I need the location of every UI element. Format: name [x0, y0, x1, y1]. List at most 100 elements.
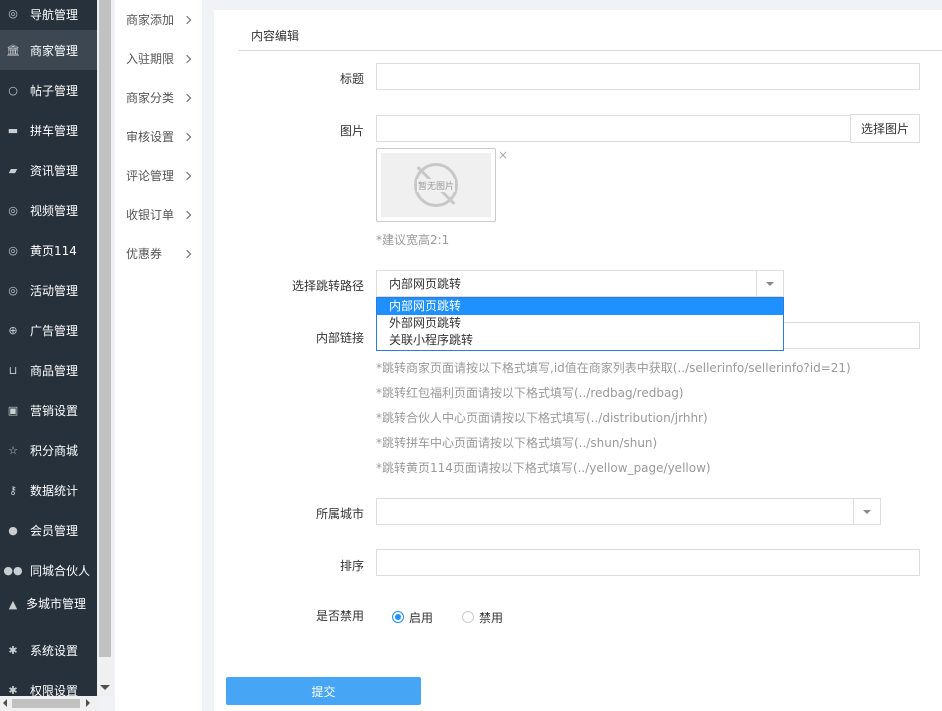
- submit-button[interactable]: 提交: [226, 677, 421, 705]
- dropdown-arrow-icon[interactable]: [853, 499, 880, 524]
- link-hint: *跳转商家页面请按以下格式填写,id值在商家列表中获取(../sellerinf…: [376, 361, 851, 375]
- sidebar-item-system[interactable]: ✱ 系统设置: [0, 630, 97, 670]
- book-icon: ▰: [8, 163, 18, 177]
- status-enable-radio[interactable]: [392, 611, 404, 623]
- users-icon: ●●: [3, 563, 23, 577]
- section-divider: [238, 50, 942, 51]
- sidebar-item-news[interactable]: ▰ 资讯管理: [0, 150, 97, 190]
- sidebar-item-nav[interactable]: ◎ 导航管理: [0, 0, 97, 30]
- sidebar-item-carpool[interactable]: ▬ 拼车管理: [0, 110, 97, 150]
- sidebar-item-statistics[interactable]: ⚷ 数据统计: [0, 470, 97, 510]
- star-icon: ☆: [8, 443, 18, 457]
- scrollbar-thumb[interactable]: [99, 0, 111, 657]
- link-hint: *跳转合伙人中心页面请按以下格式填写(../distribution/jrhhr…: [376, 411, 708, 425]
- scroll-down-arrow-icon[interactable]: [100, 685, 110, 690]
- sort-input[interactable]: [376, 549, 920, 576]
- sidebar-item-label: 同城合伙人: [30, 563, 91, 578]
- sidebar-item-label: 商品管理: [30, 363, 79, 378]
- sidebar-item-label: ▲ 多城市管理: [6, 596, 86, 612]
- city-select[interactable]: [376, 498, 881, 525]
- content-panel: 内容编辑 标题 图片 选择图片 暂无图片 × *建议宽高2:1 选择跳转路径 内…: [214, 10, 942, 711]
- sidebar-item-members[interactable]: ● 会员管理: [0, 510, 97, 550]
- submenu-item-comments[interactable]: 评论管理: [115, 156, 202, 195]
- submenu-item-label: 收银订单: [126, 208, 175, 222]
- link-hint: *跳转红包福利页面请按以下格式填写(../redbag/redbag): [376, 386, 684, 400]
- chevron-right-icon: [182, 249, 192, 258]
- sidebar-item-yellowpage[interactable]: ◎ 黄页114: [0, 230, 97, 270]
- status-enable-label[interactable]: 启用: [409, 609, 433, 626]
- chevron-right-icon: [182, 93, 192, 102]
- submenu-item-add-merchant[interactable]: 商家添加: [115, 0, 202, 39]
- compass-icon: ◎: [8, 6, 18, 20]
- graduation-cap-icon: ▲: [8, 598, 18, 611]
- dropdown-option[interactable]: 内部网页跳转: [377, 298, 783, 315]
- submenu-item-term[interactable]: 入驻期限: [115, 39, 202, 78]
- chevron-right-icon: [182, 15, 192, 24]
- cart-icon: ⊔: [8, 363, 18, 377]
- title-input[interactable]: [376, 63, 920, 90]
- no-image-icon: 暂无图片: [414, 163, 458, 207]
- submenu-item-coupon[interactable]: 优惠券: [115, 234, 202, 273]
- sidebar-item-label: 帖子管理: [30, 83, 79, 98]
- sidebar-item-goods[interactable]: ⊔ 商品管理: [0, 350, 97, 390]
- remove-image-icon[interactable]: ×: [498, 148, 508, 162]
- scroll-right-arrow-icon[interactable]: [86, 699, 90, 707]
- sidebar-item-label: 营销设置: [30, 403, 79, 418]
- status-disable-radio[interactable]: [462, 611, 474, 623]
- compass-icon: ◎: [8, 283, 18, 297]
- jump-path-label: 选择跳转路径: [291, 279, 364, 293]
- submenu-item-review[interactable]: 审核设置: [115, 117, 202, 156]
- submenu-item-cashier[interactable]: 收银订单: [115, 195, 202, 234]
- sidebar-item-label: 权限设置: [30, 683, 79, 697]
- sidebar-vertical-scrollbar[interactable]: [97, 0, 113, 696]
- compass-icon: ◎: [8, 203, 18, 217]
- sidebar-item-label: 广告管理: [30, 323, 79, 338]
- jump-path-selected-value: 内部网页跳转: [389, 277, 462, 291]
- sidebar-item-posts[interactable]: ○ 帖子管理: [0, 70, 97, 110]
- status-disable-label[interactable]: 禁用: [479, 609, 503, 626]
- comment-icon: ○: [8, 83, 18, 97]
- sidebar-item-merchant[interactable]: 🏛 商家管理: [0, 30, 97, 70]
- gear-icon: ✱: [8, 683, 18, 697]
- image-url-input[interactable]: [376, 115, 852, 142]
- chevron-right-icon: [182, 54, 192, 63]
- dropdown-arrow-icon[interactable]: [756, 271, 783, 296]
- sidebar-item-video[interactable]: ◎ 视频管理: [0, 190, 97, 230]
- submenu-item-label: 入驻期限: [126, 52, 175, 66]
- chevron-right-icon: [182, 171, 192, 180]
- sidebar-item-multicity[interactable]: ▲ 多城市管理: [0, 590, 97, 630]
- sidebar-item-label: 数据统计: [30, 483, 79, 498]
- sidebar-item-label: 积分商城: [30, 443, 79, 458]
- title-label: 标题: [339, 72, 364, 86]
- sidebar-item-label-text: 多城市管理: [26, 597, 87, 611]
- sidebar-item-permissions[interactable]: ✱ 权限设置: [0, 670, 97, 697]
- dropdown-option[interactable]: 关联小程序跳转: [377, 332, 783, 349]
- sidebar-item-label: 会员管理: [30, 523, 79, 538]
- gear-icon: ✱: [8, 643, 18, 657]
- jump-path-select[interactable]: 内部网页跳转: [376, 270, 784, 297]
- city-label: 所属城市: [315, 507, 364, 521]
- dropdown-option[interactable]: 外部网页跳转: [377, 315, 783, 332]
- sidebar-item-points-mall[interactable]: ☆ 积分商城: [0, 430, 97, 470]
- secondary-menu: 商家添加 入驻期限 商家分类 审核设置 评论管理 收银订单 优惠券: [115, 0, 202, 711]
- lifebuoy-icon: ⊕: [8, 323, 18, 337]
- submenu-item-category[interactable]: 商家分类: [115, 78, 202, 117]
- sidebar-item-marketing[interactable]: ▣ 营销设置: [0, 390, 97, 430]
- choose-image-button[interactable]: 选择图片: [850, 114, 920, 143]
- sidebar-item-ads[interactable]: ⊕ 广告管理: [0, 310, 97, 350]
- car-icon: ▬: [7, 123, 19, 137]
- sidebar-item-activity[interactable]: ◎ 活动管理: [0, 270, 97, 310]
- image-preview: 暂无图片: [376, 148, 496, 222]
- scrollbar-thumb[interactable]: [12, 699, 80, 708]
- submenu-item-label: 商家分类: [126, 91, 175, 105]
- internal-link-label: 内部链接: [315, 331, 364, 345]
- key-icon: ⚷: [8, 483, 18, 497]
- sidebar-item-label: 视频管理: [30, 203, 79, 218]
- no-image-text: 暂无图片: [417, 178, 455, 192]
- link-hint: *跳转拼车中心页面请按以下格式填写(../shun/shun): [376, 436, 658, 450]
- sidebar-item-partners[interactable]: ●● 同城合伙人: [0, 550, 97, 590]
- scroll-left-arrow-icon[interactable]: [3, 699, 7, 707]
- bank-icon: 🏛: [6, 43, 20, 57]
- sidebar-horizontal-scrollbar[interactable]: [0, 696, 97, 711]
- image-label: 图片: [339, 124, 364, 138]
